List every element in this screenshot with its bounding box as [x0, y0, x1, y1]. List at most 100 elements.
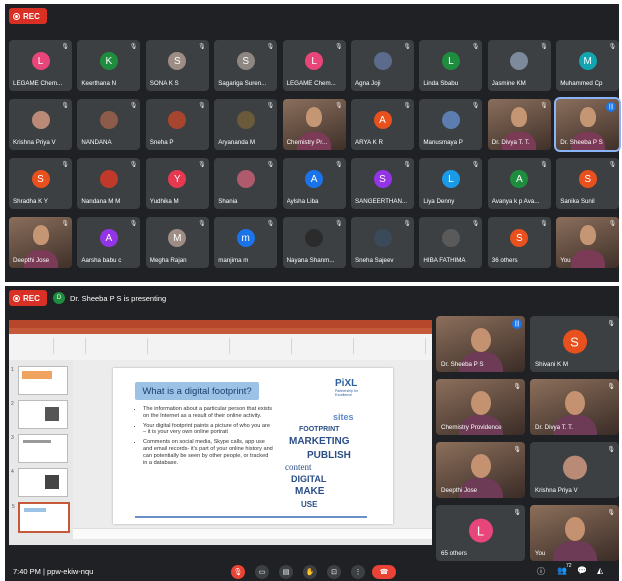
participant-tile[interactable]: 🎙︎ NANDANA: [77, 99, 141, 150]
participant-tile[interactable]: 🎙︎ Shania: [214, 158, 278, 209]
cloud-word: content: [285, 462, 312, 472]
camera-button[interactable]: ▭: [255, 565, 269, 579]
participant-tile[interactable]: L 🎙︎ Liya Denny: [419, 158, 483, 209]
participant-tile[interactable]: 🎙︎ Deepthi Jose: [9, 217, 72, 268]
mic-muted-icon: 🎙︎: [513, 510, 521, 516]
participant-name: Megha Rajan: [149, 257, 187, 264]
participant-tile[interactable]: S 🎙︎ Shivani K M: [530, 316, 619, 372]
profile-photo: [373, 52, 392, 70]
meeting-time-code: 7:40 PM | ppw-ekiw-nqu: [13, 567, 94, 576]
captions-button[interactable]: ▤: [279, 565, 293, 579]
participant-tile[interactable]: 🎙︎ Chemistry Pr...: [282, 99, 346, 150]
mic-muted-icon: 🎙︎: [61, 221, 69, 227]
participant-tile[interactable]: S 🎙︎ SONA K S: [145, 40, 209, 91]
participant-tile[interactable]: 🎙︎ Sneha P: [145, 99, 209, 150]
participant-name: Dr. Divya T. T.: [535, 424, 573, 431]
participant-name: Aylsha Liba: [286, 198, 319, 205]
participant-tile[interactable]: 🎙︎ Nayana Shanm...: [282, 217, 346, 268]
video-feed-body: [552, 541, 597, 561]
participant-tile[interactable]: A 🎙︎ Aarsha babu c: [77, 217, 141, 268]
participant-name: Dr. Sheeba P S: [560, 139, 603, 146]
activities-icon[interactable]: ◭: [597, 566, 603, 575]
raise-hand-button[interactable]: ✋: [303, 565, 317, 579]
info-icon[interactable]: ⓘ: [537, 566, 545, 577]
participant-tile[interactable]: L 🎙︎ LEGAME Chem...: [282, 40, 346, 91]
participant-tile[interactable]: A 🎙︎ Aylsha Liba: [282, 158, 346, 209]
mic-muted-icon: 🎙︎: [334, 162, 343, 168]
participant-tile[interactable]: 🎙︎ Dr. Divya T. T.: [487, 99, 551, 150]
participant-tile[interactable]: 🎙︎ Chemistry Providence: [436, 379, 525, 435]
participant-tile[interactable]: 🎙︎ You: [530, 505, 619, 561]
mic-off-button[interactable]: 🎙: [231, 565, 245, 579]
participant-tile[interactable]: 🎙︎ Krishna Priya V: [530, 442, 619, 498]
participant-name: You: [560, 257, 571, 264]
participant-tile[interactable]: L 🎙︎ Linda Sbabu: [419, 40, 483, 91]
participant-tile[interactable]: S 🎙︎ 36 others: [487, 217, 551, 268]
participant-tile[interactable]: 🎙︎ Agna Joji: [351, 40, 414, 91]
mic-muted-icon: 🎙︎: [540, 162, 548, 168]
profile-photo: [236, 170, 255, 188]
participant-tile[interactable]: S 🎙︎ SANGEERTHAN...: [351, 158, 414, 209]
participant-name: 36 others: [491, 257, 518, 264]
participant-tile[interactable]: S 🎙︎ Shradha K Y: [9, 158, 72, 209]
mic-muted-icon: 🎙︎: [607, 510, 615, 516]
participant-tile[interactable]: S 🎙︎ Sanika Sunil: [556, 158, 620, 209]
mic-muted-icon: 🎙︎: [608, 221, 617, 227]
participant-tile[interactable]: 🎙︎ HIBA FATHIMA: [419, 217, 483, 268]
mic-muted-icon: 🎙︎: [129, 221, 138, 227]
shared-screen: 1 2 3 4 5 What is a digital footprint? P…: [9, 320, 432, 545]
cloud-word: USE: [301, 500, 318, 509]
participant-tile[interactable]: 🎙︎ Krishna Priya V: [9, 99, 72, 150]
participant-tile[interactable]: A 🎙︎ Avanya k p Ava...: [487, 158, 551, 209]
participant-tile[interactable]: K 🎙︎ Keerthana N: [77, 40, 141, 91]
participant-name: Sneha P: [149, 139, 174, 146]
participant-name: ARYA K R: [355, 139, 383, 146]
participant-tile[interactable]: 🎙︎ Dr. Divya T. T.: [530, 379, 619, 435]
mic-muted-icon: 🎙︎: [129, 162, 138, 168]
mic-muted-icon: 🎙︎: [471, 221, 480, 227]
mic-muted-icon: 🎙︎: [129, 103, 138, 109]
participant-name: Sanika Sunil: [560, 198, 595, 205]
participant-tile[interactable]: 🎙︎ Jasmine KM: [487, 40, 551, 91]
slide-thumbnail: 2: [11, 400, 68, 429]
participant-tile[interactable]: L 🎙︎ 65 others: [436, 505, 525, 561]
participant-tile[interactable]: 🎙︎ Aryananda M: [214, 99, 278, 150]
participant-name: Aryananda M: [218, 139, 255, 146]
participant-tile[interactable]: m 🎙︎ manjima m: [214, 217, 278, 268]
participant-name: LEGAME Chem...: [13, 80, 63, 87]
hand-icon: ✋: [305, 569, 315, 576]
mic-muted-icon: 🎙︎: [266, 103, 275, 109]
participant-name: Shradha K Y: [13, 198, 48, 205]
participant-tile[interactable]: A 🎙︎ ARYA K R: [351, 99, 414, 150]
profile-photo: [441, 111, 460, 129]
participant-tile[interactable]: S 🎙︎ Sagariga Suren...: [214, 40, 278, 91]
mic-muted-icon: 🎙︎: [540, 103, 548, 109]
participant-tile[interactable]: ||| Dr. Sheeba P S: [554, 97, 622, 152]
avatar: S: [236, 52, 255, 70]
participant-tile[interactable]: ||| Dr. Sheeba P S: [436, 316, 525, 372]
mic-muted-icon: 🎙︎: [513, 384, 521, 390]
avatar: L: [305, 52, 324, 70]
mic-muted-icon: 🎙︎: [266, 44, 275, 50]
participant-tile[interactable]: M 🎙︎ Muhammed Cp: [556, 40, 620, 91]
mic-muted-icon: 🎙︎: [403, 162, 411, 168]
participant-tile[interactable]: 🎙︎ Deepthi Jose: [436, 442, 525, 498]
recording-badge: REC: [9, 290, 47, 306]
participant-tile[interactable]: L 🎙︎ LEGAME Chem...: [9, 40, 72, 91]
chat-icon[interactable]: 💬: [577, 566, 587, 575]
mic-muted-icon: 🎙︎: [198, 44, 206, 50]
mic-muted-icon: 🎙︎: [198, 103, 206, 109]
participant-tile[interactable]: Y 🎙︎ Yudhika M: [145, 158, 209, 209]
more-options-button[interactable]: ⋮: [351, 565, 365, 579]
mic-muted-icon: 🎙︎: [61, 103, 69, 109]
leave-call-button[interactable]: ☎: [372, 565, 396, 579]
recording-label: REC: [23, 293, 40, 303]
participant-tile[interactable]: 🎙︎ Nandana M M: [77, 158, 141, 209]
record-icon: [13, 12, 20, 20]
participant-tile[interactable]: 🎙︎ Sneha Sajeev: [351, 217, 414, 268]
participant-tile[interactable]: M 🎙︎ Megha Rajan: [145, 217, 209, 268]
notes-pane[interactable]: [73, 528, 432, 539]
participant-tile[interactable]: 🎙︎ You: [556, 217, 620, 268]
participant-tile[interactable]: 🎙︎ Manusmaya P: [419, 99, 483, 150]
present-button[interactable]: ⊡: [327, 565, 341, 579]
